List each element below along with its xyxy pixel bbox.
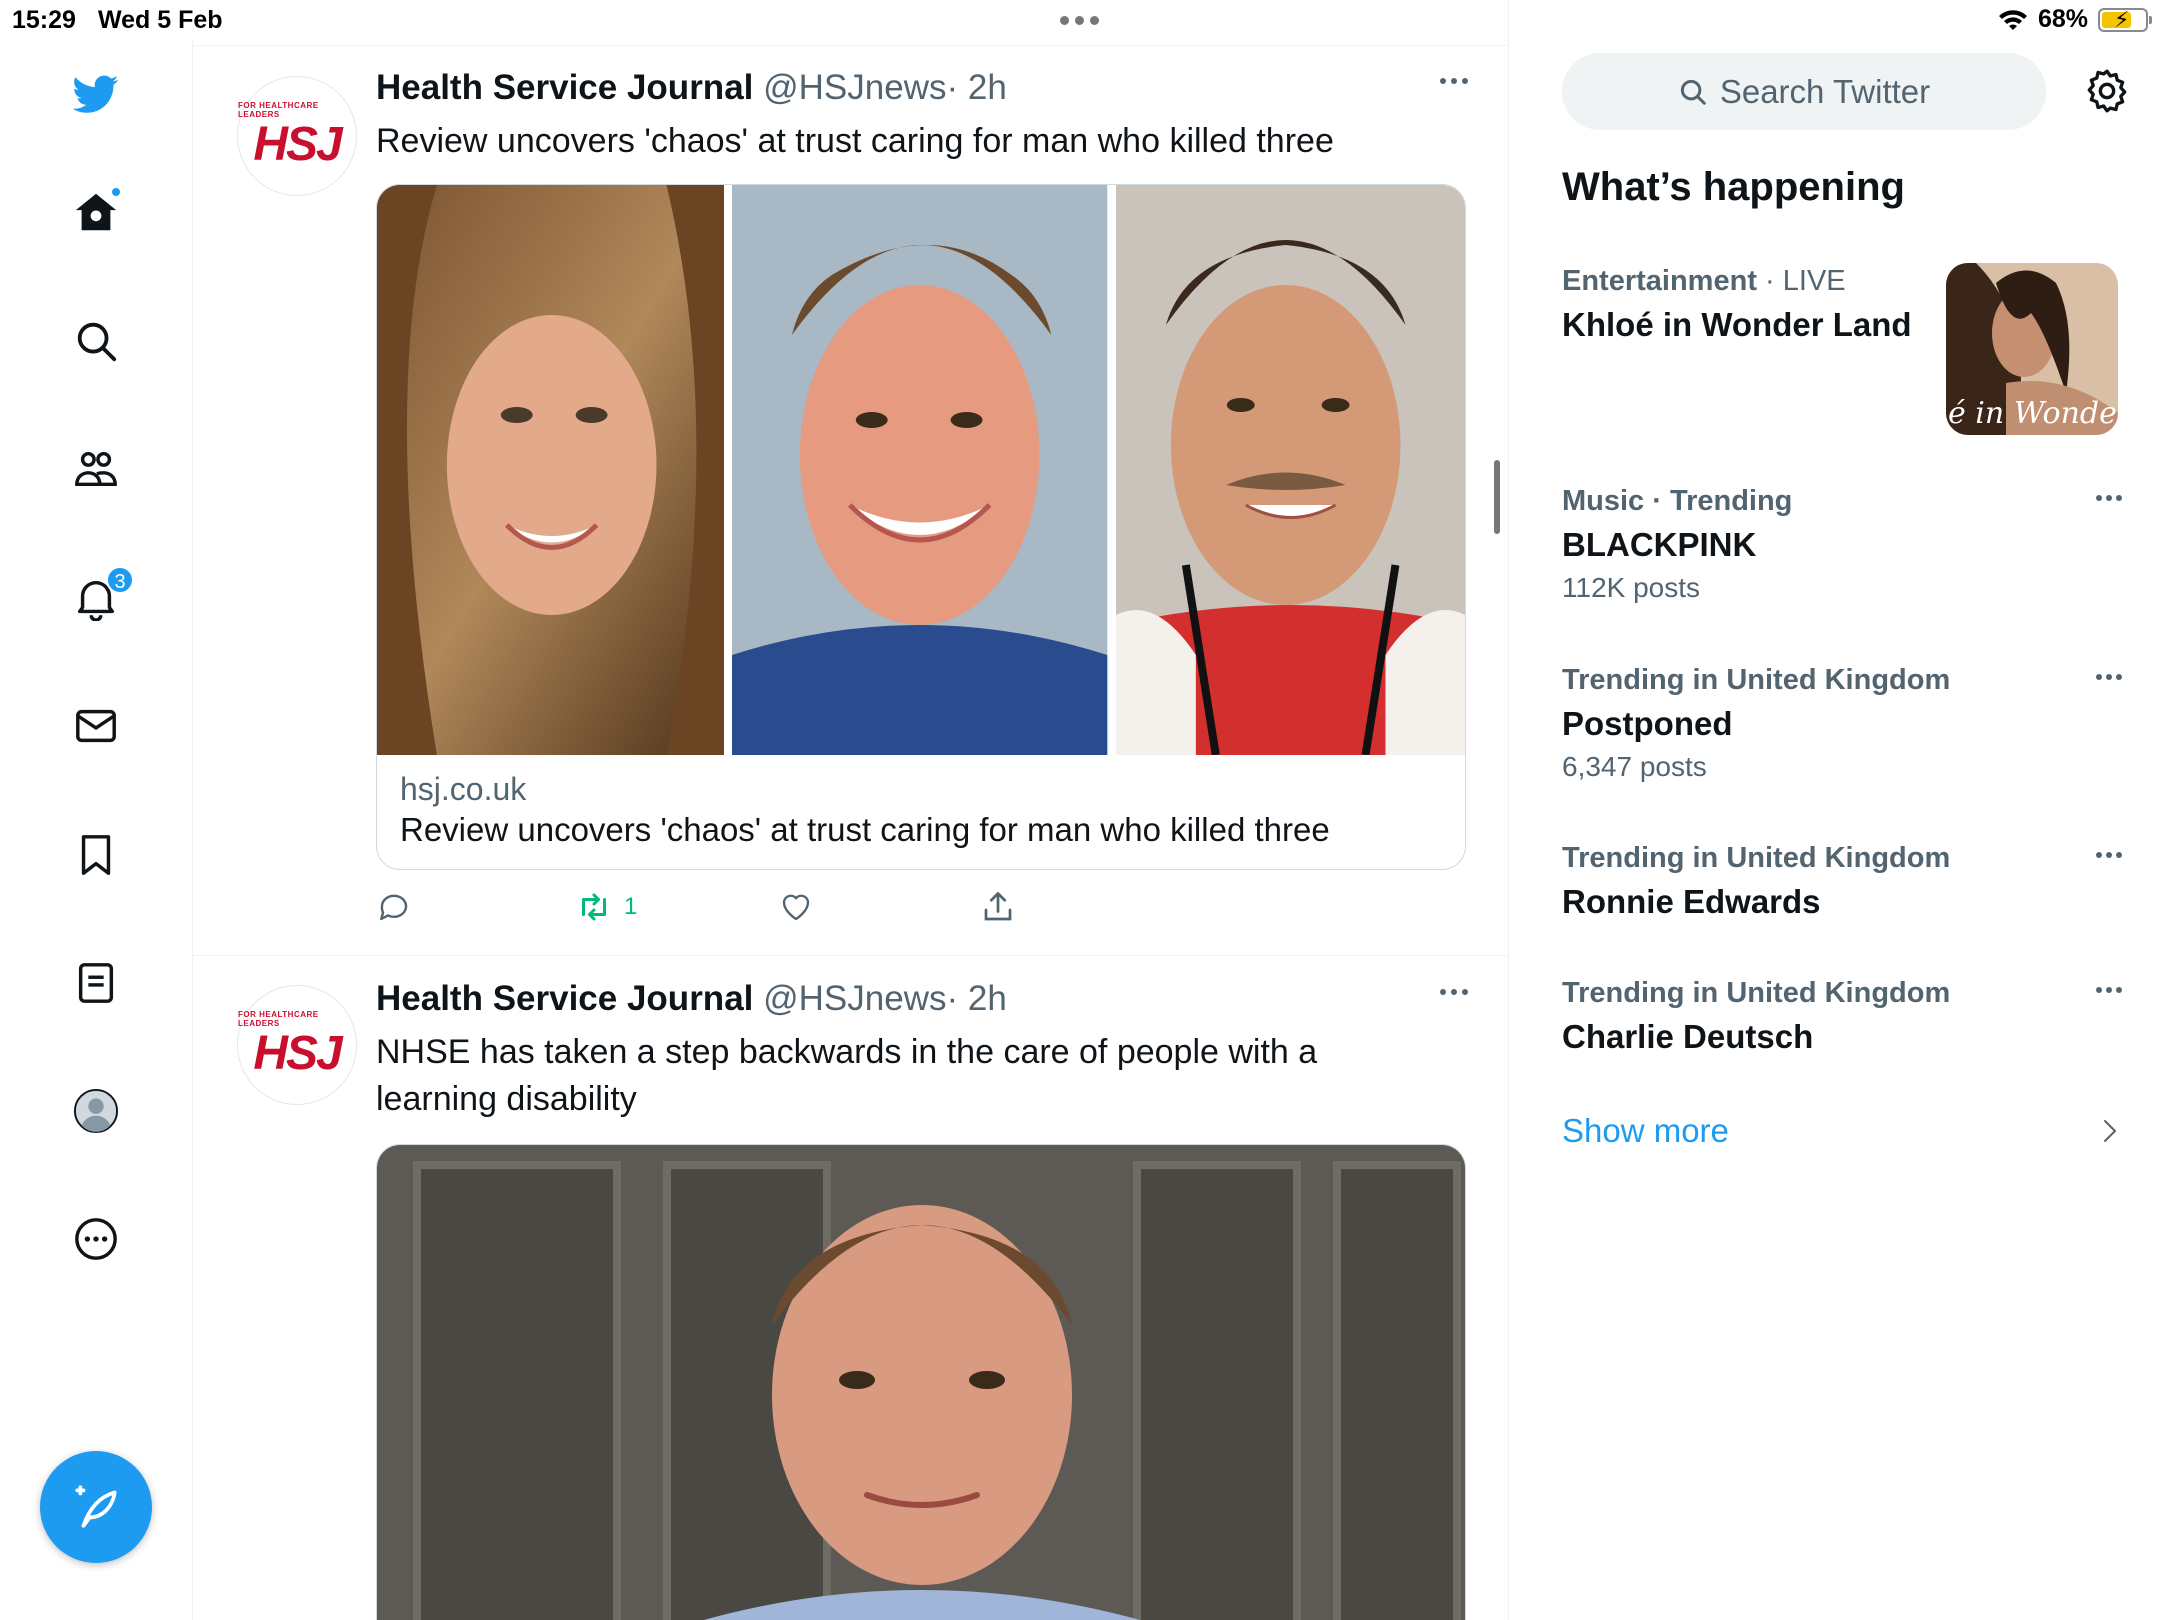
gear-icon [2087, 69, 2127, 113]
author-handle[interactable]: @HSJnews [763, 68, 946, 107]
share-icon [984, 892, 1012, 921]
trend-separator: · [1756, 265, 1783, 297]
trend-title: Postponed [1562, 705, 1733, 742]
tweet-timestamp[interactable]: · 2h [946, 979, 1006, 1018]
nav-home[interactable] [66, 182, 126, 242]
tweet-text: Review uncovers 'chaos' at trust caring … [376, 122, 1334, 160]
card-photo-2 [732, 185, 1108, 755]
left-navigation: 3 [0, 40, 193, 1620]
twitter-bird-icon [73, 75, 119, 113]
tweet-actions: 1 [376, 889, 1276, 939]
trend-more-menu[interactable] [2096, 987, 2122, 993]
trend-thumbnail-image: é in Wonder L [1946, 263, 2118, 435]
nav-lists[interactable] [66, 953, 126, 1013]
nav-explore[interactable] [66, 311, 126, 371]
trend-item[interactable]: Entertainment · LIVE Khloé in Wonder Lan… [1562, 265, 1942, 344]
link-card[interactable]: hsj.co.uk Review uncovers 'chaos' at tru… [376, 184, 1466, 870]
explore-settings-button[interactable] [2082, 66, 2132, 116]
author-avatar[interactable]: FOR HEALTHCARE LEADERS HSJ [237, 76, 357, 196]
nav-notifications[interactable]: 3 [66, 566, 134, 628]
trend-title: Ronnie Edwards [1562, 883, 1821, 920]
avatar-logo-text: HSJ [253, 1026, 342, 1080]
people-icon [75, 451, 117, 487]
chevron-right-icon[interactable] [2100, 1118, 2120, 1144]
tweet-header: Health Service Journal @HSJnews· 2h [376, 979, 1007, 1019]
trend-more-menu[interactable] [2096, 852, 2122, 858]
search-placeholder: Search Twitter [1719, 72, 1931, 110]
more-circle-icon [75, 1218, 117, 1260]
trend-title: BLACKPINK [1562, 526, 1757, 563]
retweet-icon [582, 893, 606, 921]
trend-more-menu[interactable] [2096, 674, 2122, 680]
like-button[interactable] [778, 889, 814, 925]
scrollbar-thumb[interactable] [1494, 460, 1500, 534]
reply-button[interactable] [376, 889, 412, 925]
search-icon [77, 322, 117, 362]
trend-post-count: 6,347 posts [1562, 751, 1707, 782]
trend-title: Khloé in Wonder Land [1562, 306, 1912, 343]
trend-item[interactable]: Trending in United Kingdom Postponed 6,3… [1562, 664, 2122, 783]
nav-communities[interactable] [66, 439, 126, 499]
twitter-logo[interactable] [66, 64, 126, 124]
trend-thumbnail[interactable]: é in Wonder L [1946, 263, 2118, 435]
tweet[interactable]: FOR HEALTHCARE LEADERS HSJ Health Servic… [193, 46, 1508, 956]
author-handle[interactable]: @HSJnews [763, 979, 946, 1018]
card-title: Review uncovers 'chaos' at trust caring … [400, 811, 1330, 848]
trend-category: Trending in United Kingdom [1562, 664, 1951, 696]
list-icon [78, 963, 114, 1003]
bookmark-icon [81, 835, 111, 875]
retweet-button[interactable]: 1 [576, 889, 637, 925]
tweet-text: NHSE has taken a step backwards in the c… [376, 1033, 1318, 1118]
trend-item[interactable]: Trending in United Kingdom Charlie Deuts… [1562, 977, 2122, 1056]
tweet-photo[interactable] [376, 1144, 1466, 1620]
right-sidebar: Search Twitter What’s happening Entertai… [1510, 0, 2160, 1620]
notification-count-badge: 3 [106, 566, 134, 594]
tweet-header: Health Service Journal @HSJnews· 2h [376, 68, 1007, 108]
compose-feather-icon [75, 1485, 117, 1528]
trend-category: Music · Trending [1562, 485, 1793, 517]
tweet[interactable]: FOR HEALTHCARE LEADERS HSJ Health Servic… [193, 957, 1508, 1620]
compose-tweet-button[interactable] [40, 1451, 152, 1563]
tweet-photo-image [377, 1145, 1465, 1620]
trend-category: Trending in United Kingdom [1562, 977, 1951, 1009]
trend-category: Trending in United Kingdom [1562, 842, 1951, 874]
status-time: 15:29 [12, 6, 76, 34]
mail-icon [76, 709, 116, 743]
share-button[interactable] [980, 889, 1016, 925]
tweet-more-menu[interactable] [1440, 78, 1468, 84]
heart-icon [782, 894, 810, 921]
trend-more-menu[interactable] [2096, 495, 2122, 501]
trend-live-label: LIVE [1782, 265, 1846, 297]
nav-messages[interactable] [66, 696, 126, 756]
timeline[interactable]: FOR HEALTHCARE LEADERS HSJ Health Servic… [193, 0, 1509, 1620]
trend-item[interactable]: Trending in United Kingdom Ronnie Edward… [1562, 842, 2122, 921]
new-tweets-dot [110, 186, 122, 198]
nav-bookmarks[interactable] [66, 825, 126, 885]
avatar-logo-text: HSJ [253, 117, 342, 171]
trend-post-count: 112K posts [1562, 572, 1701, 603]
card-photo-3 [1115, 185, 1465, 755]
search-icon [1680, 79, 1706, 105]
whats-happening-heading: What’s happening [1562, 165, 1905, 209]
search-input[interactable]: Search Twitter [1562, 53, 2046, 130]
nav-profile[interactable] [66, 1081, 126, 1141]
author-avatar[interactable]: FOR HEALTHCARE LEADERS HSJ [237, 985, 357, 1105]
trend-thumbnail-text: é in Wonder L [1948, 396, 2118, 431]
tweet-more-menu[interactable] [1440, 989, 1468, 995]
retweet-count: 1 [624, 893, 638, 920]
nav-more[interactable] [66, 1209, 126, 1269]
tweet-timestamp[interactable]: · 2h [946, 68, 1006, 107]
avatar-icon [73, 1088, 119, 1134]
trend-item[interactable]: Music · Trending BLACKPINK 112K posts [1562, 485, 2122, 604]
trend-title: Charlie Deutsch [1562, 1018, 1814, 1055]
card-domain: hsj.co.uk [400, 771, 527, 807]
author-name[interactable]: Health Service Journal [376, 68, 753, 107]
trend-category: Entertainment [1562, 265, 1757, 297]
author-name[interactable]: Health Service Journal [376, 979, 753, 1018]
card-image-collage [377, 185, 1465, 755]
card-photo-1 [377, 185, 725, 755]
show-more-link[interactable]: Show more [1562, 1112, 1729, 1150]
reply-icon [380, 894, 408, 921]
